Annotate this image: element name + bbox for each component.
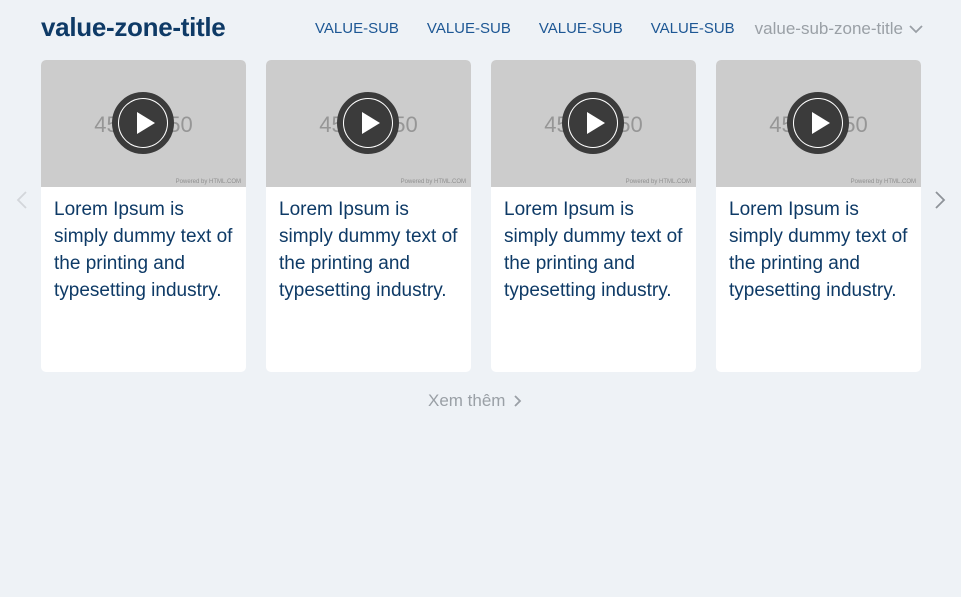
thumbnail-watermark: Powered by HTML.COM [850, 179, 916, 185]
chevron-down-icon [909, 25, 923, 34]
thumbnail-watermark: Powered by HTML.COM [625, 179, 691, 185]
video-thumbnail[interactable]: 450 × 250 Powered by HTML.COM [266, 60, 471, 187]
play-icon[interactable] [561, 91, 625, 155]
video-card[interactable]: 450 × 250 Powered by HTML.COM Lorem Ipsu… [491, 60, 696, 372]
video-thumbnail[interactable]: 450 × 250 Powered by HTML.COM [41, 60, 246, 187]
video-card[interactable]: 450 × 250 Powered by HTML.COM Lorem Ipsu… [266, 60, 471, 372]
zone-title: value-zone-title [41, 12, 226, 42]
sub-zone-dropdown-label: value-sub-zone-title [754, 19, 903, 38]
video-thumbnail[interactable]: 450 × 250 Powered by HTML.COM [491, 60, 696, 187]
chevron-right-icon [514, 395, 522, 407]
sub-link-4[interactable]: VALUE-SUB [651, 20, 735, 37]
video-card-title[interactable]: Lorem Ipsum is simply dummy text of the … [279, 196, 458, 304]
thumbnail-watermark: Powered by HTML.COM [400, 179, 466, 185]
sub-link-3[interactable]: VALUE-SUB [539, 20, 623, 37]
thumbnail-watermark: Powered by HTML.COM [175, 179, 241, 185]
see-more-label: Xem thêm [428, 391, 506, 410]
video-card-title[interactable]: Lorem Ipsum is simply dummy text of the … [504, 196, 683, 304]
sub-link-1[interactable]: VALUE-SUB [315, 20, 399, 37]
video-card-title[interactable]: Lorem Ipsum is simply dummy text of the … [729, 196, 908, 304]
play-icon[interactable] [111, 91, 175, 155]
chevron-right-icon[interactable] [928, 189, 950, 211]
video-carousel: 450 × 250 Powered by HTML.COM Lorem Ipsu… [41, 60, 921, 372]
chevron-left-icon[interactable] [12, 189, 34, 211]
video-card[interactable]: 450 × 250 Powered by HTML.COM Lorem Ipsu… [41, 60, 246, 372]
see-more-link[interactable]: Xem thêm [428, 391, 522, 411]
sub-link-2[interactable]: VALUE-SUB [427, 20, 511, 37]
video-card-title[interactable]: Lorem Ipsum is simply dummy text of the … [54, 196, 233, 304]
video-card[interactable]: 450 × 250 Powered by HTML.COM Lorem Ipsu… [716, 60, 921, 372]
video-thumbnail[interactable]: 450 × 250 Powered by HTML.COM [716, 60, 921, 187]
sub-zone-nav: VALUE-SUB VALUE-SUB VALUE-SUB VALUE-SUB [315, 20, 735, 37]
play-icon[interactable] [336, 91, 400, 155]
play-icon[interactable] [786, 91, 850, 155]
sub-zone-dropdown[interactable]: value-sub-zone-title [755, 19, 923, 39]
